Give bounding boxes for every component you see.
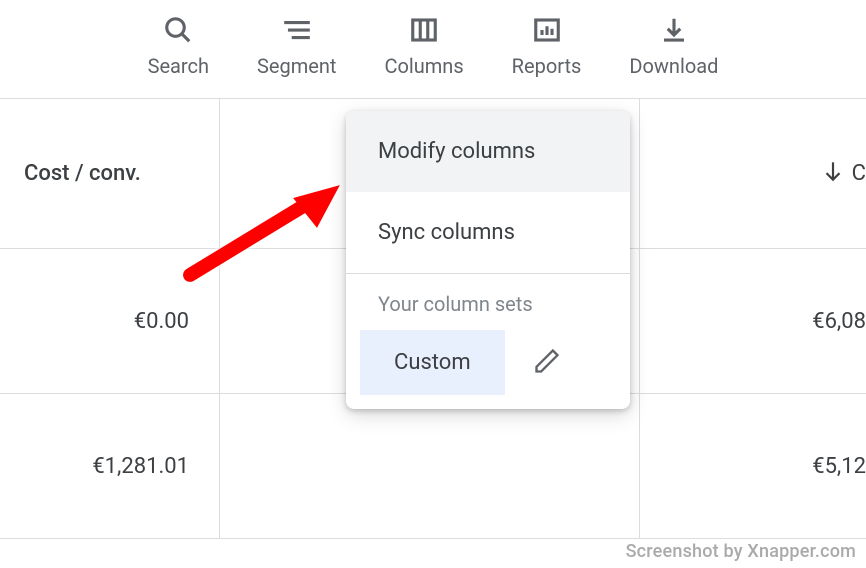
watermark: Screenshot by Xnapper.com [626,541,856,562]
toolbar-search-label: Search [148,54,209,78]
cell-cost-conv: €1,281.01 [0,394,220,538]
toolbar-search[interactable]: Search [148,16,209,78]
sort-down-icon [820,158,846,190]
toolbar: Search Segment Columns Reports Download [0,0,866,99]
download-icon [659,16,689,44]
toolbar-columns[interactable]: Columns [384,16,463,78]
cell-right: €6,08 [640,249,866,393]
segment-icon [282,16,312,44]
toolbar-reports-label: Reports [512,54,582,78]
cell-cost-conv: €0.00 [0,249,220,393]
cell-right: €5,12 [640,394,866,538]
toolbar-columns-label: Columns [384,54,463,78]
search-icon [163,16,193,44]
dropdown-custom-row: Custom [346,330,630,395]
dropdown-section-label: Your column sets [346,274,630,330]
dropdown-sync-columns[interactable]: Sync columns [346,192,630,273]
column-header-right-label: C [852,161,866,186]
table-row: €1,281.01 €5,12 [0,394,866,539]
dropdown-custom-chip[interactable]: Custom [360,330,505,395]
cell-mid [220,394,640,538]
columns-dropdown: Modify columns Sync columns Your column … [346,111,630,409]
column-header-right[interactable]: C [640,99,866,248]
dropdown-modify-columns[interactable]: Modify columns [346,111,630,192]
toolbar-reports[interactable]: Reports [512,16,582,78]
toolbar-download-label: Download [629,54,718,78]
columns-icon [409,16,439,44]
reports-icon [532,16,562,44]
toolbar-segment-label: Segment [257,54,336,78]
toolbar-download[interactable]: Download [629,16,718,78]
column-header-cost-conv[interactable]: Cost / conv. [0,99,220,248]
toolbar-segment[interactable]: Segment [257,16,336,78]
pencil-icon[interactable] [533,347,561,379]
